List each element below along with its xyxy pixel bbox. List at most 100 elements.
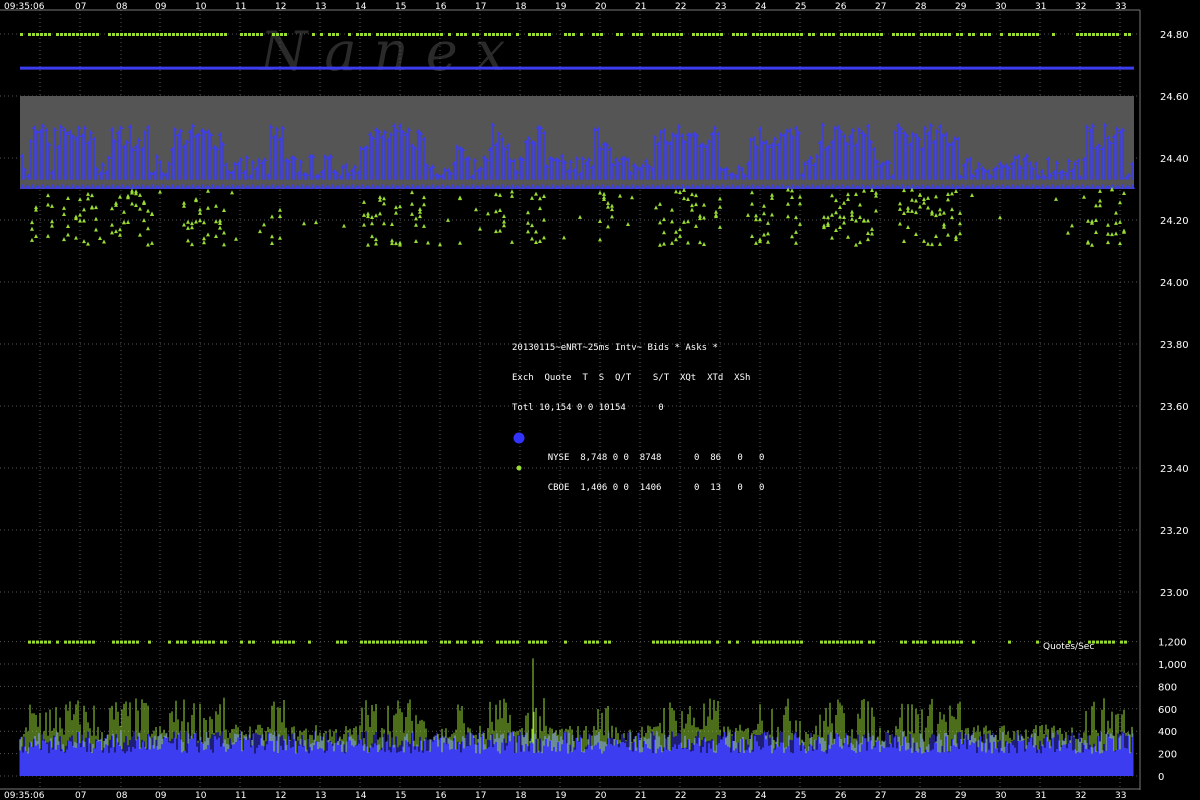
cboe-ask-mark [168, 33, 171, 36]
cboe-ask-mark [1000, 33, 1003, 36]
cboe-qps-top-mark [196, 640, 199, 644]
cboe-ask-mark [412, 33, 415, 36]
cboe-ask-mark [508, 33, 511, 36]
cboe-qps-top-mark [916, 640, 919, 644]
cboe-qps-top-mark [692, 640, 695, 644]
cboe-qps-top-mark [656, 640, 659, 644]
cboe-qps-top-mark [56, 640, 59, 644]
cboe-ask-mark [856, 33, 859, 36]
cboe-qps-top-mark [736, 640, 739, 644]
cboe-ask-mark [720, 33, 723, 36]
cboe-ask-mark [92, 33, 95, 36]
cboe-ask-mark [180, 33, 183, 36]
qps-tick-label: 1,000 [1158, 660, 1187, 671]
price-tick-label: 23.80 [1160, 340, 1189, 351]
cboe-qps-top-mark [212, 640, 215, 644]
cboe-ask-mark [1008, 33, 1011, 36]
cboe-qps-top-mark [372, 640, 375, 644]
cboe-ask-mark [1028, 33, 1031, 36]
cboe-qps-top-mark [92, 640, 95, 644]
cboe-qps-top-mark [676, 640, 679, 644]
cboe-qps-top-mark [760, 640, 763, 644]
cboe-ask-mark [948, 33, 951, 36]
cboe-qps-top-mark [424, 640, 427, 644]
cboe-qps-top-mark [844, 640, 847, 644]
cboe-qps-top-mark [408, 640, 411, 644]
x-tick-label: 19 [555, 2, 567, 12]
cboe-qps-top-mark [668, 640, 671, 644]
cboe-ask-mark [876, 33, 879, 36]
cboe-qps-top-mark [832, 640, 835, 644]
cboe-ask-mark [40, 33, 43, 36]
legend-row-nyse-text: NYSE 8,748 0 0 8748 0 86 0 0 [547, 453, 765, 463]
cboe-ask-mark [956, 33, 959, 36]
cboe-ask-mark [764, 33, 767, 36]
cboe-qps-top-mark [528, 640, 531, 644]
cboe-ask-mark [428, 33, 431, 36]
cboe-ask-mark [164, 33, 167, 36]
cboe-ask-mark [376, 33, 379, 36]
cboe-ask-mark [184, 33, 187, 36]
cboe-qps-top-mark [756, 640, 759, 644]
cboe-qps-top-mark [948, 640, 951, 644]
cboe-qps-top-mark [872, 640, 875, 644]
cboe-qps-top-mark [1036, 640, 1039, 644]
x-tick-label: 28 [915, 791, 927, 800]
cboe-ask-mark [504, 33, 507, 36]
cboe-qps-top-mark [1112, 640, 1115, 644]
x-tick-label: 30 [995, 2, 1007, 12]
cboe-ask-mark [280, 33, 283, 36]
cboe-ask-mark [492, 33, 495, 36]
cboe-qps-top-mark [368, 640, 371, 644]
cboe-ask-mark [1020, 33, 1023, 36]
x-tick-label: 10 [195, 2, 207, 12]
cboe-qps-top-mark [1096, 640, 1099, 644]
cboe-ask-mark [716, 33, 719, 36]
cboe-qps-top-mark [180, 640, 183, 644]
cboe-qps-top-mark [904, 640, 907, 644]
cboe-ask-mark [920, 33, 923, 36]
cboe-qps-top-mark [900, 640, 903, 644]
cboe-ask-mark [272, 33, 275, 36]
cboe-qps-top-mark [956, 640, 959, 644]
cboe-ask-mark [972, 33, 975, 36]
cboe-qps-top-mark [788, 640, 791, 644]
cboe-ask-mark [904, 33, 907, 36]
x-tick-label: 26 [835, 2, 847, 12]
cboe-ask-mark [864, 33, 867, 36]
x-tick-label: 33 [1115, 2, 1126, 12]
cboe-ask-mark [1104, 33, 1107, 36]
cboe-ask-mark [388, 33, 391, 36]
cboe-ask-mark [840, 33, 843, 36]
cboe-ask-mark [1052, 33, 1055, 36]
cboe-qps-top-mark [516, 640, 519, 644]
cboe-qps-top-mark [716, 640, 719, 644]
cboe-ask-mark [252, 33, 255, 36]
qps-tick-label: 600 [1158, 705, 1177, 716]
x-tick-label: 24 [755, 2, 767, 12]
price-tick-label: 24.00 [1160, 278, 1189, 289]
cboe-ask-mark [1108, 33, 1111, 36]
cboe-ask-mark [620, 33, 623, 36]
cboe-ask-mark [1076, 33, 1079, 36]
cboe-qps-top-mark [360, 640, 363, 644]
cboe-ask-mark [216, 33, 219, 36]
cboe-qps-top-mark [932, 640, 935, 644]
cboe-ask-mark [96, 33, 99, 36]
cboe-qps-top-mark [112, 640, 115, 644]
cboe-qps-top-mark [728, 640, 731, 644]
x-tick-label: 29 [955, 2, 967, 12]
cboe-qps-top-mark [456, 640, 459, 644]
cboe-ask-mark [152, 33, 155, 36]
cboe-qps-top-mark [796, 640, 799, 644]
cboe-qps-top-mark [912, 640, 915, 644]
watermark-text: N a n e x [258, 20, 505, 83]
cboe-ask-mark [160, 33, 163, 36]
cboe-qps-top-mark [380, 640, 383, 644]
cboe-qps-top-mark [608, 640, 611, 644]
cboe-qps-top-mark [824, 640, 827, 644]
cboe-ask-mark [680, 33, 683, 36]
cboe-qps-top-mark [84, 640, 87, 644]
x-tick-label: 27 [875, 2, 886, 12]
cboe-qps-top-mark [924, 640, 927, 644]
